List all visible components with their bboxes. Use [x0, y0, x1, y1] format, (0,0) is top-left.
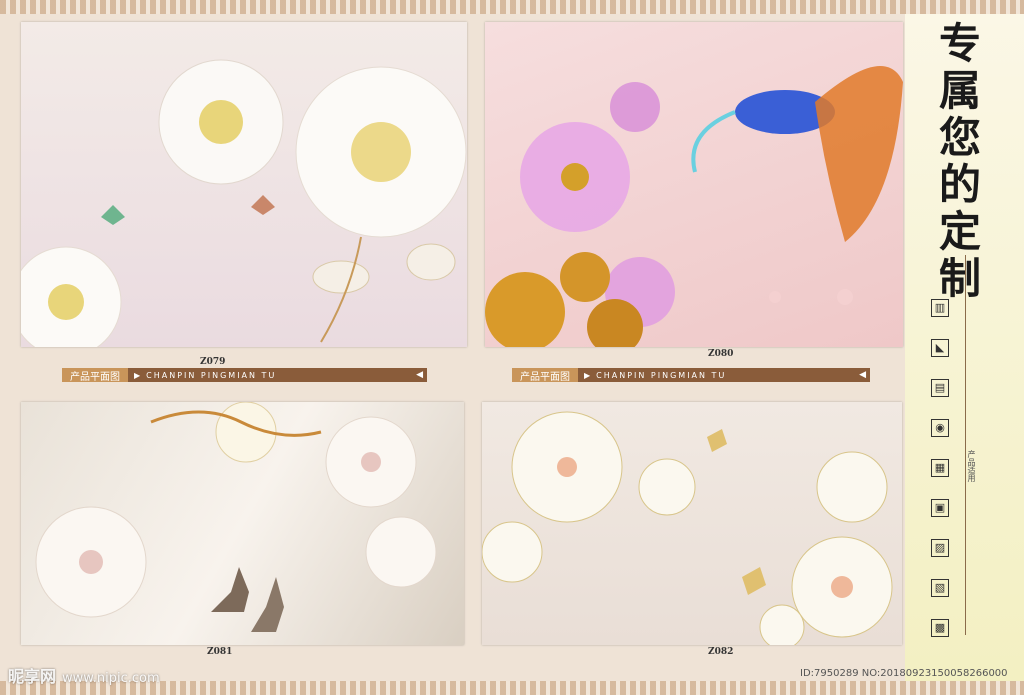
pearl-flowers-illustration: [35, 402, 437, 632]
arrow-left-icon: ◀: [416, 370, 423, 380]
arrow-right-icon: ▶: [134, 370, 141, 380]
office-icon: ▣: [931, 499, 949, 517]
ktv-icon: ◣: [931, 339, 949, 357]
product-code: Z081: [207, 647, 233, 657]
product-code: Z082: [708, 647, 734, 657]
application-label: 产品适用: [967, 450, 976, 482]
banner-en-label: CHANPIN PINGMIAN TU: [596, 370, 727, 380]
watermark-brand: 昵享网: [8, 667, 57, 686]
mural-image-gold-lilies: [482, 402, 902, 645]
arrow-left-icon: ◀: [859, 370, 866, 380]
divider-line: [965, 255, 966, 635]
watermark-url: www.nipic.com: [62, 671, 160, 686]
tv-wall-icon: ▤: [931, 379, 949, 397]
watermark: 昵享网 www.nipic.com: [8, 663, 160, 687]
mural-image-white-roses: [21, 22, 467, 347]
product-code: Z079: [200, 357, 226, 367]
restaurant-icon: ◉: [931, 419, 949, 437]
bedroom-icon: ▨: [931, 539, 949, 557]
mural-image-pearl-flowers-deer: [21, 402, 464, 645]
page-title: 专属您的定制: [938, 19, 981, 303]
arrow-right-icon: ▶: [584, 370, 591, 380]
banner-en-label: CHANPIN PINGMIAN TU: [146, 370, 277, 380]
mural-image-lotus-fish: [485, 22, 903, 347]
product-banner: 产品平面图 ▶ CHANPIN PINGMIAN TU ◀: [512, 368, 870, 383]
lotus-fish-illustration: [485, 66, 903, 347]
sofa-icon: ▦: [931, 459, 949, 477]
white-roses-illustration: [21, 59, 467, 347]
banner-cn-label: 产品平面图: [512, 368, 578, 383]
application-icons: ▥ ◣ ▤ ◉ ▦ ▣ ▨ ▧ ▩: [920, 288, 960, 648]
banner-cn-label: 产品平面图: [62, 368, 128, 383]
image-id-text: ID:7950289 NO:20180923150058266000: [800, 668, 1008, 679]
dining-icon: ▧: [931, 579, 949, 597]
gold-lilies-illustration: [482, 411, 893, 645]
product-code: Z080: [708, 349, 734, 359]
product-banner: 产品平面图 ▶ CHANPIN PINGMIAN TU ◀: [62, 368, 427, 383]
top-border: [0, 0, 1024, 14]
hotel-icon: ▥: [931, 299, 949, 317]
study-icon: ▩: [931, 619, 949, 637]
